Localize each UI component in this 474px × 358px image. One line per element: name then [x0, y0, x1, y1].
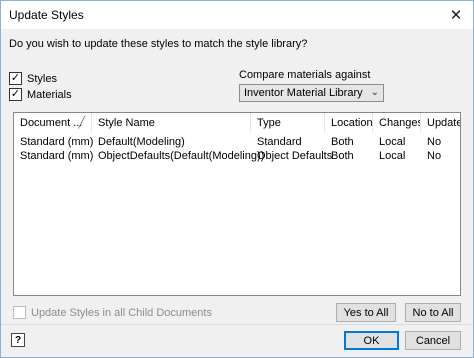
- footer-divider: [1, 324, 473, 325]
- checkmark-icon: ✓: [10, 88, 21, 100]
- cell-location: Both: [331, 136, 354, 148]
- cell-style-name: ObjectDefaults(Default(Modeling)): [98, 150, 265, 162]
- column-header-update[interactable]: Update?: [421, 113, 460, 133]
- close-icon[interactable]: ✕: [447, 6, 465, 24]
- cell-type: Standard: [257, 136, 302, 148]
- cell-type: Object Defaults: [257, 150, 333, 162]
- cell-changes: Local: [379, 150, 406, 162]
- cell-document: Standard (mm): [20, 150, 94, 162]
- cell-update: No: [427, 150, 442, 162]
- styles-list[interactable]: Document ... ╱ Style Name Type Location …: [13, 112, 461, 296]
- update-styles-dialog: Update Styles ✕ Do you wish to update th…: [0, 0, 474, 358]
- materials-checkbox-row[interactable]: ✓ Materials: [9, 88, 72, 101]
- styles-checkbox-label: Styles: [27, 72, 57, 85]
- column-header-location[interactable]: Location: [325, 113, 373, 133]
- column-header-changes[interactable]: Changes: [373, 113, 421, 133]
- child-documents-label: Update Styles in all Child Documents: [31, 306, 212, 319]
- cell-update: No: [427, 136, 442, 148]
- styles-checkbox-row[interactable]: ✓ Styles: [9, 72, 57, 85]
- help-icon[interactable]: ?: [11, 333, 25, 347]
- window-title: Update Styles: [9, 8, 84, 22]
- child-documents-checkbox-row: Update Styles in all Child Documents: [13, 306, 212, 319]
- compare-materials-label: Compare materials against: [239, 69, 371, 81]
- cell-location: Both: [331, 150, 354, 162]
- child-documents-checkbox: [13, 306, 26, 319]
- yes-to-all-button[interactable]: Yes to All: [336, 303, 396, 322]
- title-bar[interactable]: Update Styles ✕: [1, 1, 473, 29]
- sort-indicator-icon: ╱: [78, 117, 85, 129]
- material-library-selected: Inventor Material Library: [244, 87, 363, 99]
- styles-checkbox[interactable]: ✓: [9, 72, 22, 85]
- cell-style-name: Default(Modeling): [98, 136, 185, 148]
- chevron-down-icon: ⌄: [370, 87, 379, 98]
- checkmark-icon: ✓: [10, 72, 21, 84]
- materials-checkbox[interactable]: ✓: [9, 88, 22, 101]
- column-header-type[interactable]: Type: [251, 113, 325, 133]
- list-header: Document ... ╱ Style Name Type Location …: [14, 113, 460, 133]
- cancel-button[interactable]: Cancel: [405, 331, 461, 350]
- table-row[interactable]: Standard (mm) ObjectDefaults(Default(Mod…: [14, 149, 460, 163]
- cell-document: Standard (mm): [20, 136, 94, 148]
- no-to-all-button[interactable]: No to All: [405, 303, 461, 322]
- column-header-document[interactable]: Document ... ╱: [14, 113, 92, 133]
- column-header-style-name[interactable]: Style Name: [92, 113, 251, 133]
- ok-button[interactable]: OK: [344, 331, 399, 350]
- table-row[interactable]: Standard (mm) Default(Modeling) Standard…: [14, 135, 460, 149]
- materials-checkbox-label: Materials: [27, 88, 72, 101]
- material-library-dropdown[interactable]: Inventor Material Library ⌄: [239, 84, 384, 102]
- question-text: Do you wish to update these styles to ma…: [9, 38, 308, 50]
- cell-changes: Local: [379, 136, 406, 148]
